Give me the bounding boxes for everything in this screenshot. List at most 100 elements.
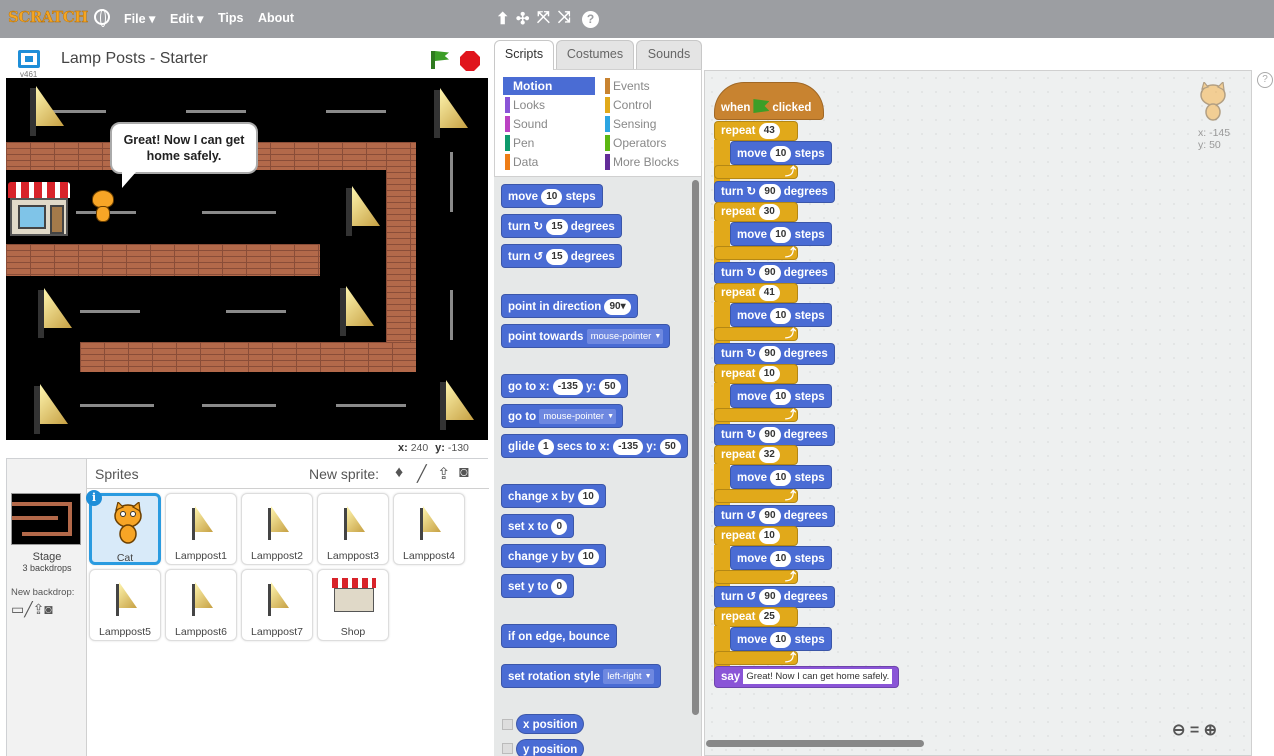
help-icon[interactable]: ? (1257, 72, 1273, 88)
edit-menu[interactable]: Edit ▾ (170, 11, 203, 26)
category-sensing[interactable]: Sensing (603, 115, 695, 133)
category-operators[interactable]: Operators (603, 134, 695, 152)
delete-cut-icon[interactable]: ✣ (516, 9, 529, 29)
zoom-out-icon[interactable]: ⊖ (1172, 722, 1185, 739)
lamppost-sprite[interactable] (336, 282, 376, 338)
sprite-card-lamppost7[interactable]: Lamppost7 (241, 569, 313, 641)
y-position-checkbox[interactable] (502, 743, 513, 754)
paint-sprite-icon[interactable]: ╱ (417, 464, 427, 484)
camera-sprite-icon[interactable]: ◙ (459, 464, 469, 482)
repeat-block[interactable]: repeat 32 (714, 445, 798, 465)
repeat-block[interactable]: repeat 43 (714, 121, 798, 141)
cat-sprite[interactable] (88, 190, 118, 226)
repeat-block[interactable]: repeat 10 (714, 364, 798, 384)
repeat-block[interactable]: repeat 41 (714, 283, 798, 303)
category-pen[interactable]: Pen (503, 134, 595, 152)
paint-image-icon[interactable]: ▭ (11, 601, 24, 617)
category-motion[interactable]: Motion (503, 77, 595, 95)
palette-set-y-block[interactable]: set y to 0 (501, 574, 575, 598)
project-title[interactable]: Lamp Posts - Starter (61, 50, 208, 68)
move-steps-block[interactable]: move 10 steps (730, 546, 832, 570)
palette-point-direction-block[interactable]: point in direction 90▾ (501, 294, 638, 318)
palette-bounce-block[interactable]: if on edge, bounce (501, 624, 617, 648)
stage-canvas[interactable]: Great! Now I can get home safely. (6, 78, 488, 440)
palette-move-block[interactable]: move 10 steps (501, 184, 603, 208)
palette-glide-block[interactable]: glide 1 secs to x: -135 y: 50 (501, 434, 688, 458)
sprite-card-cat[interactable]: i Cat (86, 490, 161, 565)
move-steps-block[interactable]: move 10 steps (730, 384, 832, 408)
sprite-card-lamppost1[interactable]: Lamppost1 (165, 493, 237, 565)
sprite-card-shop[interactable]: Shop (317, 569, 389, 641)
shrink-icon[interactable]: ⤨ (558, 9, 571, 27)
zoom-in-icon[interactable]: ⊕ (1204, 722, 1217, 739)
repeat-block[interactable]: repeat 30 (714, 202, 798, 222)
palette-rotation-style-block[interactable]: set rotation style left-right (501, 664, 661, 688)
category-control[interactable]: Control (603, 96, 695, 114)
say-text[interactable]: Great! Now I can get home safely. (743, 669, 893, 685)
turn-degrees-block[interactable]: turn ↻ 90 degrees (714, 262, 835, 284)
turn-degrees-block[interactable]: turn ↺ 90 degrees (714, 586, 835, 608)
block-help-icon[interactable]: ? (582, 11, 599, 28)
stop-sign-icon[interactable] (460, 51, 480, 71)
turn-degrees-block[interactable]: turn ↻ 90 degrees (714, 181, 835, 203)
lamppost-sprite[interactable] (30, 380, 70, 436)
lamppost-sprite[interactable] (430, 84, 470, 140)
move-steps-block[interactable]: move 10 steps (730, 222, 832, 246)
move-steps-block[interactable]: move 10 steps (730, 141, 832, 165)
turn-degrees-block[interactable]: turn ↻ 90 degrees (714, 424, 835, 446)
move-steps-block[interactable]: move 10 steps (730, 303, 832, 327)
palette-change-x-block[interactable]: change x by 10 (501, 484, 606, 508)
palette-scrollbar[interactable] (692, 180, 699, 715)
category-data[interactable]: Data (503, 153, 595, 171)
green-flag-icon[interactable] (431, 51, 435, 69)
sprite-card-lamppost3[interactable]: Lamppost3 (317, 493, 389, 565)
upload-sprite-icon[interactable]: ⇪ (437, 464, 450, 484)
file-menu[interactable]: File ▾ (124, 11, 155, 26)
tab-sounds[interactable]: Sounds (636, 40, 702, 69)
category-events[interactable]: Events (603, 77, 695, 95)
sprite-card-lamppost4[interactable]: Lamppost4 (393, 493, 465, 565)
lamppost-sprite[interactable] (26, 82, 66, 138)
palette-change-y-block[interactable]: change y by 10 (501, 544, 606, 568)
say-block[interactable]: say Great! Now I can get home safely. (714, 666, 900, 688)
palette-turn-right-block[interactable]: turn ↻ 15 degrees (501, 214, 622, 238)
palette-set-x-block[interactable]: set x to 0 (501, 514, 575, 538)
grow-icon[interactable]: ⤧ (537, 9, 550, 27)
palette-point-towards-block[interactable]: point towards mouse-pointer (501, 324, 671, 348)
sprite-card-lamppost5[interactable]: Lamppost5 (89, 569, 161, 641)
palette-goto-xy-block[interactable]: go to x: -135 y: 50 (501, 374, 628, 398)
palette-y-position-reporter[interactable]: y position (516, 739, 585, 756)
palette-goto-block[interactable]: go to mouse-pointer (501, 404, 624, 428)
tab-costumes[interactable]: Costumes (556, 40, 634, 69)
move-steps-block[interactable]: move 10 steps (730, 627, 832, 651)
about-menu[interactable]: About (258, 11, 294, 25)
turn-degrees-block[interactable]: turn ↺ 90 degrees (714, 505, 835, 527)
repeat-block[interactable]: repeat 10 (714, 526, 798, 546)
move-steps-block[interactable]: move 10 steps (730, 465, 832, 489)
when-flag-clicked-block[interactable]: when clicked (714, 82, 824, 120)
sprite-card-lamppost2[interactable]: Lamppost2 (241, 493, 313, 565)
camera-icon[interactable]: ◙ (44, 601, 52, 617)
presentation-mode-icon[interactable] (18, 50, 40, 68)
choose-sprite-library-icon[interactable]: ♦ (395, 464, 403, 482)
palette-x-position-reporter[interactable]: x position (516, 714, 585, 734)
script-area-scrollbar[interactable] (706, 740, 924, 747)
palette-turn-left-block[interactable]: turn ↺ 15 degrees (501, 244, 622, 268)
category-looks[interactable]: Looks (503, 96, 595, 114)
sprite-card-lamppost6[interactable]: Lamppost6 (165, 569, 237, 641)
paint-brush-icon[interactable]: ╱ (24, 601, 32, 617)
lamppost-sprite[interactable] (34, 284, 74, 340)
lamppost-sprite[interactable] (436, 376, 476, 432)
tab-scripts[interactable]: Scripts (494, 40, 554, 70)
shop-sprite[interactable] (8, 182, 70, 238)
zoom-reset-icon[interactable]: = (1190, 722, 1199, 739)
repeat-block[interactable]: repeat 25 (714, 607, 798, 627)
lamppost-sprite[interactable] (342, 182, 382, 238)
category-more-blocks[interactable]: More Blocks (603, 153, 695, 171)
info-icon[interactable]: i (86, 490, 102, 506)
x-position-checkbox[interactable] (502, 719, 513, 730)
stage-thumbnail[interactable] (11, 493, 81, 545)
language-globe-icon[interactable] (94, 9, 110, 27)
upload-icon[interactable]: ⇪ (33, 601, 45, 617)
category-sound[interactable]: Sound (503, 115, 595, 133)
